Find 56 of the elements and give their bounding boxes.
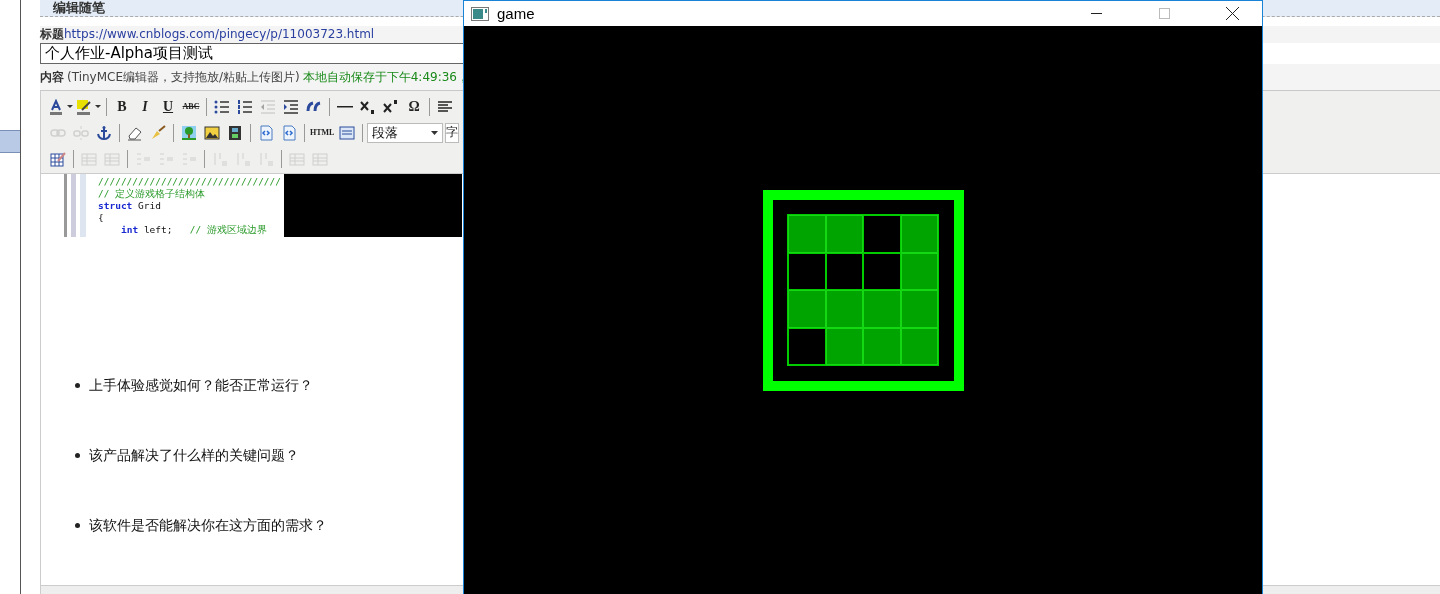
caret-icon: [67, 105, 73, 108]
table-edit-icon: [50, 150, 66, 167]
caret-icon: [431, 130, 439, 135]
indent-icon: [283, 98, 299, 115]
highlight-icon: [76, 98, 92, 115]
code-line: {: [98, 212, 104, 224]
bullet-icon: [75, 383, 80, 388]
horizontal-rule-icon: [337, 105, 353, 108]
unlink-icon: [73, 124, 89, 141]
field-label: 内容: [40, 68, 64, 86]
char-button[interactable]: Ω: [403, 95, 425, 118]
code-line: int left; // 游戏区域边界: [120, 224, 267, 236]
bullet-icon: [75, 523, 80, 528]
table-icon: [104, 150, 120, 167]
strike-button[interactable]: ABC: [180, 95, 202, 118]
bullet-list-icon: [214, 98, 230, 115]
code-line: struct Grid: [98, 200, 161, 212]
text-color-icon: [48, 98, 64, 115]
bold-button[interactable]: B: [111, 95, 133, 118]
tree-picture-icon: [181, 124, 197, 141]
post-link[interactable]: https://www.cnblogs.com/pingecy/p/11003723.html: [64, 26, 375, 43]
bullet-icon: [75, 453, 80, 458]
maximize-icon: [1158, 8, 1170, 19]
brush-icon: [150, 124, 166, 141]
autosave-status: 本地自动保存于下午4:49:36，: [302, 68, 469, 86]
image-icon: [204, 124, 220, 141]
close-icon: [1225, 7, 1239, 20]
superscript-icon: [383, 98, 399, 115]
code-line: // 定义游戏格子结构体: [98, 188, 206, 200]
html-button[interactable]: HTML: [309, 121, 336, 144]
format-select[interactable]: 段落: [367, 122, 444, 143]
anchor-icon: [96, 124, 112, 141]
minimize-icon: [1090, 13, 1102, 14]
outdent-icon: [260, 98, 276, 115]
table-icon: [81, 150, 97, 167]
format-select[interactable]: 字: [445, 122, 460, 143]
caret-icon: [95, 105, 101, 108]
bullet-item: 该产品解决了什么样的关键问题？: [89, 447, 299, 464]
underline-button[interactable]: U: [157, 95, 179, 118]
film-icon: [227, 124, 243, 141]
bullet-item: 该软件是否能解决你在这方面的需求？: [89, 517, 327, 534]
code-line: ////////////////////////////////: [98, 176, 282, 188]
numbered-list-icon: [237, 98, 253, 115]
code-icon: [258, 124, 274, 141]
field-label: 标题: [40, 26, 64, 43]
align-left-icon: [437, 98, 453, 115]
bullet-item: 上手体验感觉如何？能否正常运行？: [89, 377, 313, 394]
sidebar-item[interactable]: [0, 130, 20, 153]
window-icon: [339, 124, 356, 141]
app-icon: [471, 6, 489, 21]
title-input[interactable]: 个人作业-Alpha项目测试: [40, 43, 463, 64]
table-icon: [289, 150, 305, 167]
italic-button[interactable]: I: [134, 95, 156, 118]
code-icon: [281, 124, 297, 141]
editor-hint: (TinyMCE编辑器，支持拖放/粘贴上传图片): [67, 68, 300, 86]
table-icon: [312, 150, 328, 167]
